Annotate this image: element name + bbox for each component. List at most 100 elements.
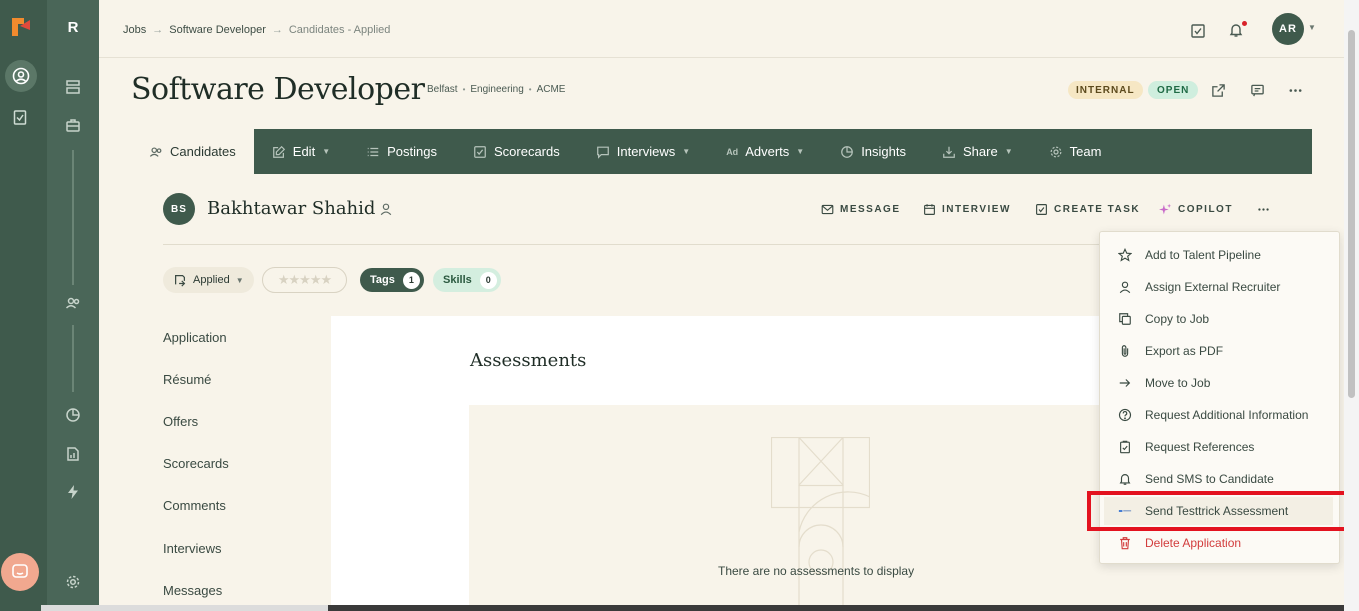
message-button[interactable]: MESSAGE: [821, 203, 901, 216]
external-link-icon[interactable]: [1211, 83, 1226, 98]
menu-item-move-to-job[interactable]: Move to Job: [1100, 369, 1339, 397]
skills-count: 0: [479, 271, 497, 289]
side-nav-interviews[interactable]: Interviews: [163, 541, 222, 556]
report-icon[interactable]: [65, 446, 81, 462]
bottom-bar-segment: [41, 605, 328, 611]
people-icon[interactable]: [65, 295, 81, 311]
arrow-right-icon: [1119, 379, 1131, 387]
side-nav-offers[interactable]: Offers: [163, 414, 198, 429]
jobs-list-icon[interactable]: [65, 79, 81, 95]
tab-label: Postings: [387, 144, 437, 159]
meta-dot: •: [462, 85, 466, 94]
side-nav-scorecards[interactable]: Scorecards: [163, 456, 229, 471]
tab-label: Candidates: [170, 144, 236, 159]
skills-chip[interactable]: Skills 0: [433, 268, 501, 292]
menu-item-copy-to-job[interactable]: Copy to Job: [1100, 305, 1339, 333]
mail-icon: [821, 204, 834, 215]
chat-icon: [596, 146, 609, 159]
comment-icon[interactable]: [1250, 83, 1265, 98]
menu-item-add-to-talent-pipeline[interactable]: Add to Talent Pipeline: [1100, 241, 1339, 269]
candidate-name: Bakhtawar Shahid: [207, 198, 376, 219]
pie-chart-icon[interactable]: [65, 407, 81, 423]
breadcrumb-separator: →: [271, 24, 283, 36]
meta-dot: •: [528, 85, 532, 94]
workspace-letter[interactable]: R: [67, 19, 79, 36]
tab-scorecards[interactable]: Scorecards: [455, 129, 578, 174]
breadcrumb-jobs[interactable]: Jobs: [123, 24, 146, 36]
checkbox-icon: [1036, 204, 1047, 215]
empty-illustration-icon: [771, 437, 870, 611]
interview-button[interactable]: INTERVIEW: [923, 203, 1011, 216]
star-icon: [1118, 248, 1132, 262]
stage-dropdown[interactable]: Applied ▼: [163, 267, 254, 293]
tab-label: Share: [963, 144, 998, 159]
tab-insights[interactable]: Insights: [822, 129, 924, 174]
list-icon: [367, 147, 379, 156]
menu-item-send-sms[interactable]: Send SMS to Candidate: [1100, 465, 1339, 493]
chevron-down-icon: ▼: [682, 147, 691, 156]
job-company: ACME: [536, 84, 566, 95]
gear-icon: [1050, 146, 1062, 157]
tasks-icon[interactable]: [9, 106, 31, 128]
share-icon: [943, 146, 955, 158]
open-status-badge[interactable]: OPEN: [1148, 81, 1199, 99]
chevron-down-icon: ▼: [322, 147, 331, 156]
person-icon[interactable]: [379, 202, 393, 216]
app-logo-icon[interactable]: [10, 16, 32, 38]
menu-item-export-as-pdf[interactable]: Export as PDF: [1100, 337, 1339, 365]
bell-icon: [1119, 474, 1131, 485]
tab-adverts[interactable]: Ad Adverts ▼: [708, 129, 822, 174]
copilot-button[interactable]: COPILOT: [1159, 203, 1233, 216]
support-chat-icon[interactable]: [1, 553, 39, 591]
tab-label: Scorecards: [493, 144, 560, 159]
tab-postings[interactable]: Postings: [348, 129, 455, 174]
job-location: Belfast: [427, 84, 458, 95]
tags-chip[interactable]: Tags 1: [360, 268, 424, 292]
clipboard-icon: [1120, 440, 1130, 454]
tab-label: Adverts: [745, 144, 790, 159]
menu-item-request-references[interactable]: Request References: [1100, 433, 1339, 461]
skills-label: Skills: [443, 274, 472, 286]
user-avatar[interactable]: AR: [1272, 13, 1304, 45]
menu-item-request-additional-information[interactable]: Request Additional Information: [1100, 401, 1339, 429]
create-task-button[interactable]: CREATE TASK: [1035, 203, 1140, 216]
tab-candidates[interactable]: Candidates: [131, 129, 254, 174]
breadcrumb-job[interactable]: Software Developer: [169, 24, 266, 36]
side-nav-application[interactable]: Application: [163, 330, 227, 345]
briefcase-icon[interactable]: [65, 117, 81, 133]
action-label: COPILOT: [1178, 204, 1233, 215]
chevron-down-icon[interactable]: ▼: [1308, 23, 1316, 32]
candidates-search-icon[interactable]: [5, 60, 37, 92]
breadcrumb-current: Candidates - Applied: [288, 24, 391, 36]
tab-interviews[interactable]: Interviews ▼: [578, 129, 708, 174]
scrollbar-thumb[interactable]: [1348, 30, 1355, 398]
breadcrumb: Jobs → Software Developer → Candidates -…: [123, 24, 390, 36]
candidate-more-button[interactable]: [1257, 203, 1270, 216]
tab-label: Team: [1069, 144, 1102, 159]
paperclip-icon: [1121, 345, 1129, 357]
menu-item-delete-application[interactable]: Delete Application: [1100, 529, 1339, 557]
more-options-icon[interactable]: [1288, 83, 1303, 98]
tab-team[interactable]: Team: [1031, 129, 1120, 174]
checkbox-icon: [474, 145, 486, 158]
tab-label: Insights: [861, 144, 906, 159]
side-nav-messages[interactable]: Messages: [163, 583, 222, 598]
task-check-icon[interactable]: [1190, 23, 1206, 39]
lightning-icon[interactable]: [65, 484, 81, 500]
job-tabs: Candidates Edit ▼ Postings Scorecards In…: [131, 129, 1312, 174]
tab-edit[interactable]: Edit ▼: [254, 129, 348, 174]
menu-item-assign-external-recruiter[interactable]: Assign External Recruiter: [1100, 273, 1339, 301]
pie-icon: [841, 145, 854, 158]
page-title: Software Developer: [131, 72, 425, 107]
highlight-frame: [1087, 491, 1348, 531]
job-department: Engineering: [470, 84, 524, 95]
settings-icon[interactable]: [65, 574, 81, 590]
side-nav-resume[interactable]: Résumé: [163, 372, 211, 387]
candidate-avatar: BS: [163, 193, 195, 225]
tags-count: 1: [402, 271, 420, 289]
rating-stars[interactable]: ★★★★★: [262, 267, 347, 293]
action-label: CREATE TASK: [1054, 204, 1141, 215]
side-nav-comments[interactable]: Comments: [163, 498, 226, 513]
tab-share[interactable]: Share ▼: [924, 129, 1031, 174]
question-icon: [1118, 408, 1132, 422]
